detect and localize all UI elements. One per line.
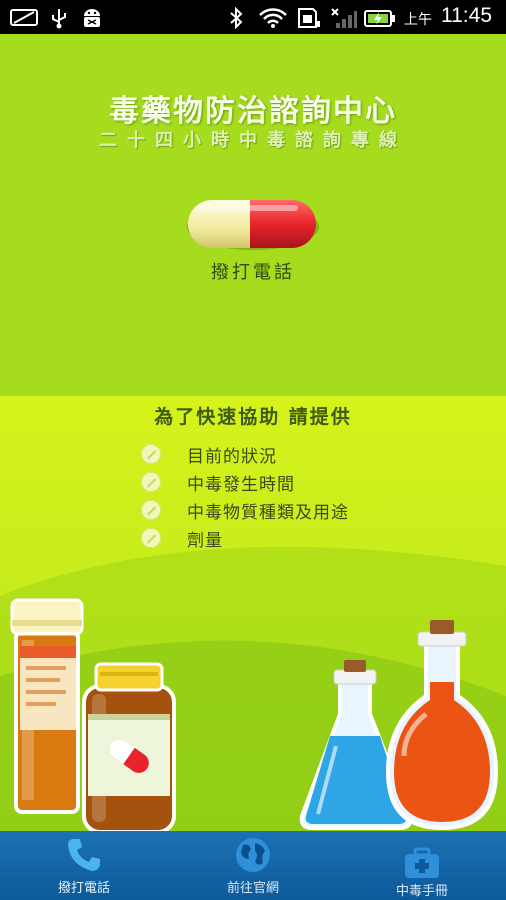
bottom-nav-bar: 撥打電話 前往官網 中毒手冊 <box>0 831 506 900</box>
medicine-bottle-orange <box>10 598 84 814</box>
nav-website-label: 前往官網 <box>226 881 279 896</box>
globe-icon <box>236 838 270 872</box>
signal-icon <box>331 8 357 28</box>
bluetooth-icon <box>230 7 243 29</box>
nav-manual-label: 中毒手冊 <box>395 884 448 899</box>
status-bar-ampm: 上午 <box>404 12 432 28</box>
nav-manual-button[interactable]: 中毒手冊 <box>338 831 506 900</box>
phone-icon <box>68 839 100 871</box>
app-screen: 毒藥物防治諮詢中心 二十四小時中毒諮詢專線 撥打電話 為了快速協助 請提供 目前… <box>0 34 506 831</box>
nav-call-button[interactable]: 撥打電話 <box>0 831 168 900</box>
android-debug-icon <box>84 9 100 27</box>
call-button-label: 撥打電話 <box>211 262 295 283</box>
info-panel: 為了快速協助 請提供 目前的狀況 中毒發生時間 中毒物質種類及用途 劑量 <box>0 396 506 831</box>
capsule-pill-icon <box>187 200 319 250</box>
medicine-bottle-brown <box>82 662 176 831</box>
flask-red <box>385 620 499 831</box>
page-subtitle: 二十四小時中毒諮詢專線 <box>99 130 407 151</box>
sd-card-icon <box>298 8 320 28</box>
usb-icon <box>52 9 66 29</box>
call-button[interactable]: 撥打電話 <box>178 194 328 294</box>
first-aid-kit-icon <box>405 847 439 878</box>
status-bar-time: 11:45 <box>441 4 492 27</box>
nav-website-button[interactable]: 前往官網 <box>169 831 337 900</box>
nav-call-label: 撥打電話 <box>57 881 110 896</box>
battery-charging-icon <box>364 10 395 27</box>
medicine-illustration <box>10 598 499 831</box>
page-title: 毒藥物防治諮詢中心 <box>109 94 397 129</box>
status-bar: 上午 11:45 <box>0 0 506 34</box>
screen-icon <box>10 9 38 26</box>
wifi-icon <box>259 8 287 28</box>
